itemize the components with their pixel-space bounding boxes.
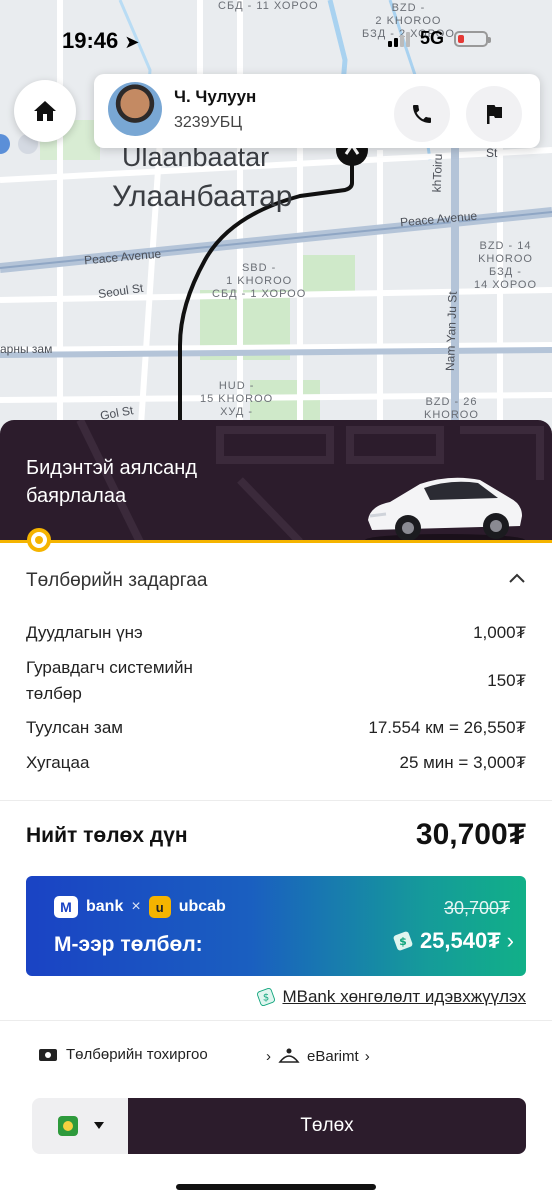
- driver-card: Ч. Чулуун 3239УБЦ: [94, 74, 540, 148]
- pay-bar: Төлөх: [32, 1098, 526, 1154]
- ubcab-brand-text: ubcab: [178, 898, 226, 915]
- network-label: 5G: [420, 28, 445, 48]
- status-icons: 5G: [388, 28, 492, 49]
- map-label-sbd1: SBD - 1 KHOROO СБД - 1 ХОРОО: [212, 262, 307, 300]
- road-label-khtoiru: khToiru: [429, 153, 446, 193]
- status-time: 19:46 ➤: [62, 28, 140, 54]
- breakdown-row-duration: Хугацаа 25 мин = 3,000₮: [26, 750, 526, 776]
- map-label-sbd11: СБД - 11 ХОРОО: [218, 0, 319, 12]
- home-button[interactable]: [14, 80, 76, 142]
- breakdown-row-value: 25 мин = 3,000₮: [399, 753, 526, 772]
- car-illustration: [365, 477, 525, 542]
- divider: [0, 800, 552, 801]
- caret-down-icon: [94, 1122, 104, 1129]
- promo-brands: M bank × u ubcab: [54, 896, 226, 918]
- flag-icon: [487, 105, 502, 124]
- driver-avatar: [108, 82, 162, 136]
- home-indicator: [176, 1184, 376, 1190]
- svg-text:$: $: [263, 993, 269, 1004]
- call-button[interactable]: [394, 86, 450, 142]
- promo-old-price: 30,700₮: [443, 898, 510, 918]
- breakdown-row-value: 150₮: [487, 671, 526, 690]
- discount-tag-icon: $: [393, 931, 413, 951]
- road-label-st: St: [486, 146, 498, 160]
- discount-tag-icon: $: [257, 987, 276, 1007]
- ebarimt-icon: [278, 1048, 300, 1063]
- road-label-arny-zam: арны зам: [0, 342, 53, 356]
- breakdown-row-call-fee: Дуудлагын үнэ 1,000₮: [26, 620, 526, 646]
- breakdown-row-label: Гуравдагч системийн төлбөр: [26, 658, 193, 703]
- footer-options: Төлбөрийн тохиргоо › eBarimt ›: [0, 1040, 552, 1072]
- banner-message: Бидэнтэй аялсанд баярлалаа: [26, 457, 197, 507]
- map-label-bzd14: BZD - 14 KHOROO БЗД - 14 ХОРОО: [474, 240, 538, 291]
- chevron-right-icon: ›: [506, 928, 514, 953]
- home-icon: [34, 101, 56, 121]
- pay-button[interactable]: Төлөх: [128, 1098, 526, 1154]
- breakdown-row-label: Туулсан зам: [26, 718, 123, 737]
- chevron-right-icon: ›: [364, 1047, 370, 1065]
- report-button[interactable]: [466, 86, 522, 142]
- mbank-promo-card[interactable]: M bank × u ubcab 30,700₮ М-ээр төлбөл: $…: [26, 876, 526, 976]
- promo-label: М-ээр төлбөл:: [54, 933, 203, 956]
- payment-settings-label: Төлбөрийн тохиргоо: [66, 1046, 208, 1063]
- breakdown-row-distance: Туулсан зам 17.554 км = 26,550₮: [26, 715, 526, 741]
- phone-icon: [413, 105, 431, 123]
- breakdown-row-value: 1,000₮: [473, 623, 526, 642]
- driver-name: Ч. Чулуун: [174, 87, 257, 106]
- promo-new-price: 25,540₮: [419, 928, 501, 953]
- divider: [0, 1020, 552, 1021]
- battery-icon: [454, 30, 492, 47]
- map-label-bzd26: BZD - 26 KHOROO: [424, 396, 479, 421]
- map-view[interactable]: СБД - 11 ХОРОО BZD - 2 KHOROO БЗД - 2 ХО…: [0, 0, 552, 440]
- mbank-brand-text: bank: [86, 898, 124, 915]
- breakdown-row-label: Дуудлагын үнэ: [26, 623, 143, 642]
- breakdown-row-third-party: Гуравдагч системийн төлбөр 150₮: [26, 655, 526, 707]
- ebarimt-label: eBarimt: [307, 1047, 359, 1065]
- chevron-up-icon[interactable]: [506, 568, 528, 595]
- thanks-banner: Бидэнтэй аялсанд баярлалаа: [0, 420, 552, 542]
- mbank-link-text[interactable]: MBank хөнгөлөлт идэвхжүүлэх: [282, 987, 526, 1007]
- map-label-hud15: HUD - 15 KHOROO ХУД -: [200, 380, 274, 418]
- total-label: Нийт төлөх дүн: [26, 824, 188, 847]
- status-time-text: 19:46: [62, 28, 119, 53]
- ebarimt-button[interactable]: › eBarimt ›: [266, 1046, 370, 1066]
- svg-text:$: $: [399, 935, 407, 948]
- brand-separator: ×: [131, 898, 141, 915]
- breakdown-row-label: Хугацаа: [26, 753, 90, 772]
- mbank-discount-link[interactable]: $ MBank хөнгөлөлт идэвхжүүлэх: [256, 987, 526, 1007]
- ubcab-logo-icon: u: [148, 896, 171, 918]
- banner-progress-line: [0, 540, 552, 543]
- driver-plate: 3239УБЦ: [174, 114, 243, 131]
- location-arrow-icon: ➤: [124, 32, 140, 52]
- payment-settings-button[interactable]: Төлбөрийн тохиргоо: [38, 1046, 208, 1063]
- promo-new-price-group: $ 25,540₮ ›: [392, 928, 514, 954]
- progress-dot: [27, 528, 51, 552]
- mbank-logo-icon: M: [54, 896, 78, 918]
- map-city-mn: Улаанбаатар: [112, 180, 293, 213]
- total-value: 30,700₮: [415, 818, 526, 851]
- chevron-right-icon: ›: [266, 1047, 271, 1065]
- breakdown-title[interactable]: Төлбөрийн задаргаа: [26, 570, 207, 592]
- breakdown-row-value: 17.554 км = 26,550₮: [368, 718, 526, 737]
- cash-icon: [58, 1116, 78, 1136]
- payment-method-select[interactable]: [32, 1098, 128, 1154]
- signal-icon: [388, 31, 410, 47]
- money-icon: [39, 1048, 57, 1061]
